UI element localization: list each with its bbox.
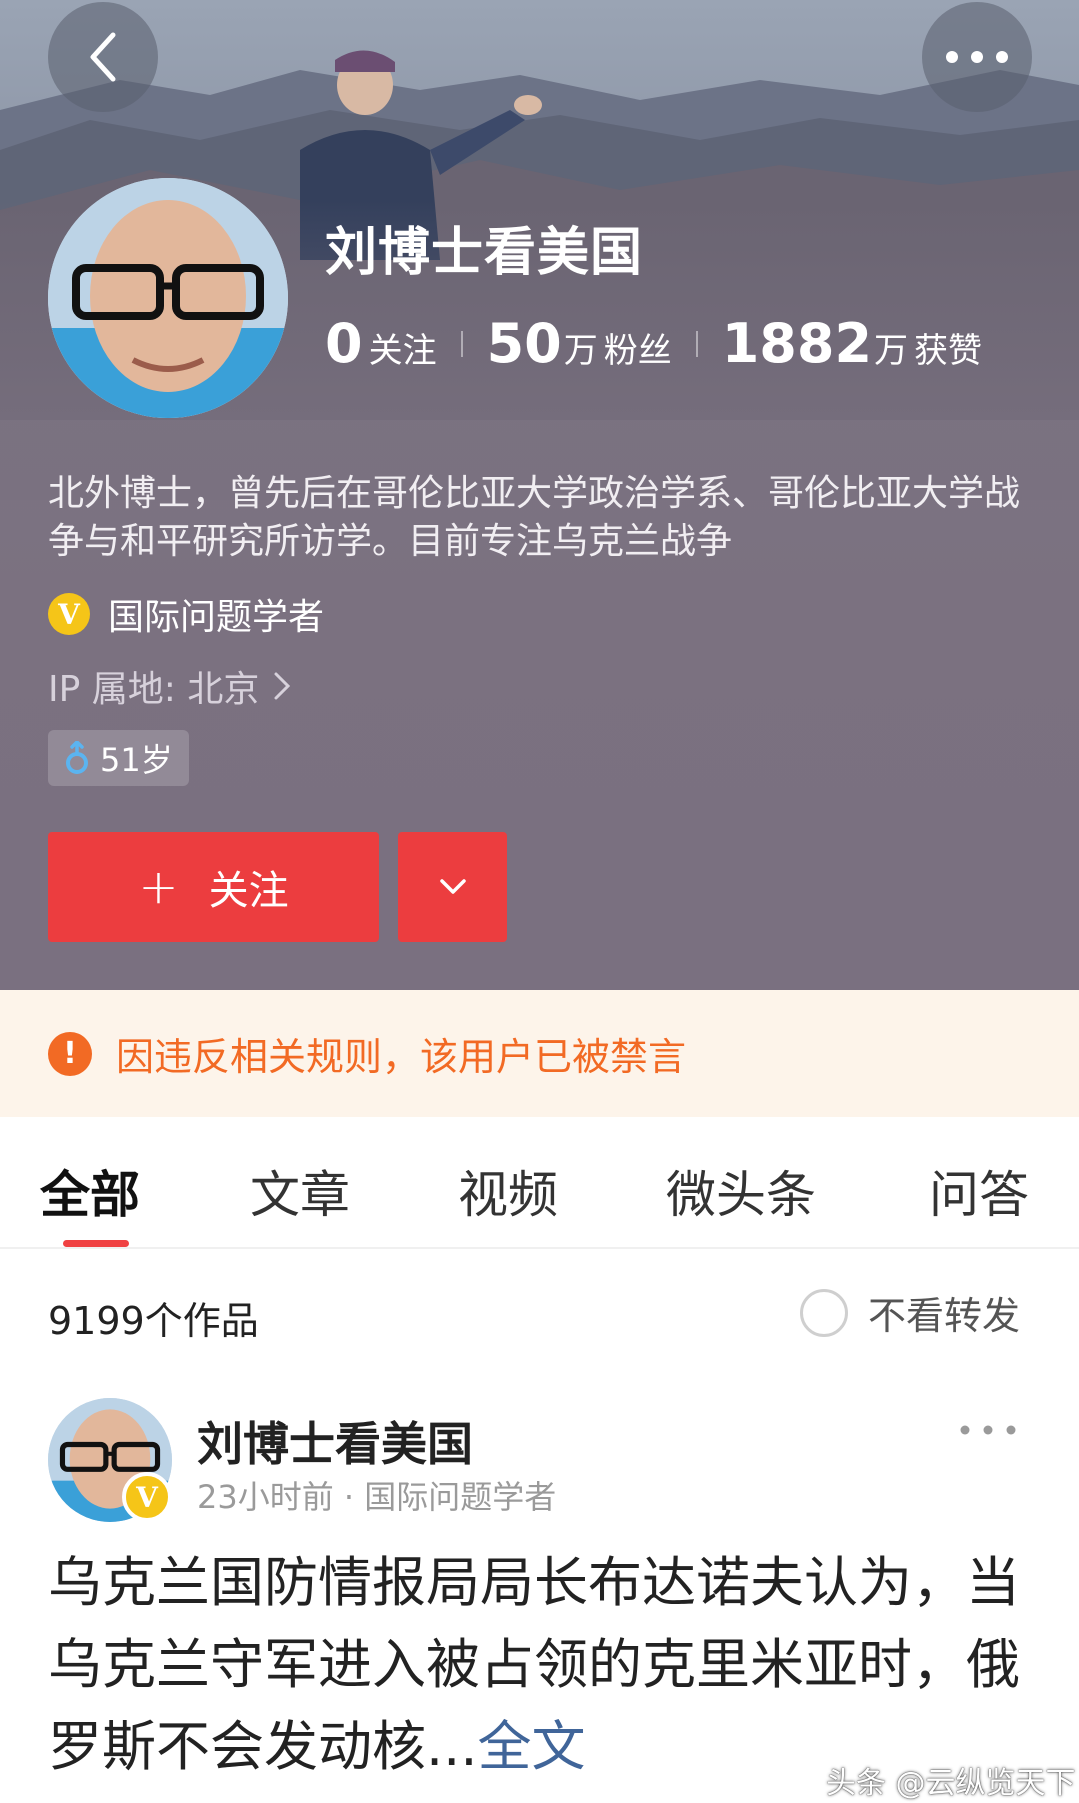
following-stat[interactable]: 0 关注 xyxy=(325,312,437,375)
more-dots-icon xyxy=(960,1425,1016,1435)
age-text: 51岁 xyxy=(100,741,173,779)
tab-all[interactable]: 全部 xyxy=(40,1155,140,1227)
stat-divider xyxy=(695,330,698,357)
chevron-right-icon xyxy=(274,672,291,700)
tab-micro-posts[interactable]: 微头条 xyxy=(666,1155,816,1227)
ban-warning-banner: ! 因违反相关规则，该用户已被禁言 xyxy=(0,990,1079,1117)
fans-stat[interactable]: 50万 粉丝 xyxy=(487,312,672,375)
post-body[interactable]: 乌克兰国防情报局局长布达诺夫认为，当乌克兰守军进入被占领的克里米亚时，俄罗斯不会… xyxy=(48,1542,1038,1788)
tab-videos[interactable]: 视频 xyxy=(458,1155,558,1227)
fans-label: 粉丝 xyxy=(603,331,672,371)
hide-reposts-toggle[interactable]: 不看转发 xyxy=(800,1285,1020,1340)
follow-button-label: 关注 xyxy=(208,868,289,914)
follow-button[interactable]: + 关注 xyxy=(48,832,379,942)
read-more-link[interactable]: 全文 xyxy=(478,1715,586,1778)
active-tab-indicator xyxy=(63,1240,129,1247)
more-dots-icon xyxy=(946,51,1008,63)
male-icon xyxy=(66,741,88,774)
verified-badge-icon: V xyxy=(122,1472,172,1522)
fans-count: 50 xyxy=(486,312,562,375)
ip-location-label: IP 属地: 北京 xyxy=(48,669,260,710)
radio-circle-icon xyxy=(800,1288,848,1337)
verified-badge-icon: V xyxy=(48,593,90,635)
content-tabs: 全部 文章 视频 微头条 问答 xyxy=(0,1117,1079,1249)
post-more-button[interactable] xyxy=(960,1420,1016,1439)
likes-count: 1882 xyxy=(721,312,873,375)
post-author-name[interactable]: 刘博士看美国 xyxy=(197,1408,473,1474)
post-meta: 23小时前 · 国际问题学者 xyxy=(197,1478,557,1516)
verification-row: V 国际问题学者 xyxy=(48,588,324,640)
stat-divider xyxy=(460,330,463,357)
plus-icon: + xyxy=(138,859,179,915)
profile-avatar[interactable] xyxy=(48,178,288,418)
chevron-left-icon xyxy=(90,32,116,82)
avatar-portrait-image xyxy=(48,178,288,418)
tab-articles[interactable]: 文章 xyxy=(250,1155,350,1227)
fans-unit: 万 xyxy=(563,331,598,371)
back-button[interactable] xyxy=(48,2,158,112)
ip-location-row[interactable]: IP 属地: 北京 xyxy=(48,660,291,712)
following-label: 关注 xyxy=(368,331,437,371)
likes-unit: 万 xyxy=(874,331,909,371)
warning-text: 因违反相关规则，该用户已被禁言 xyxy=(116,1035,687,1079)
age-tag: 51岁 xyxy=(48,730,189,786)
likes-label: 获赞 xyxy=(914,331,983,371)
tab-qa[interactable]: 问答 xyxy=(929,1155,1029,1227)
verification-text: 国际问题学者 xyxy=(108,597,325,638)
profile-stats: 0 关注 50万 粉丝 1882万 获赞 xyxy=(325,312,982,375)
watermark: 头条 @云纵览天下 xyxy=(826,1766,1076,1801)
chevron-down-icon xyxy=(439,879,466,894)
warning-icon: ! xyxy=(48,1031,92,1076)
likes-stat[interactable]: 1882万 获赞 xyxy=(722,312,982,375)
hide-reposts-label: 不看转发 xyxy=(868,1294,1021,1338)
following-count: 0 xyxy=(325,312,363,375)
recommend-dropdown-button[interactable] xyxy=(398,832,507,942)
more-options-button[interactable] xyxy=(922,2,1032,112)
profile-name: 刘博士看美国 xyxy=(325,223,644,283)
works-count: 9199个作品 xyxy=(48,1299,259,1343)
profile-bio: 北外博士，曾先后在哥伦比亚大学政治学系、哥伦比亚大学战争与和平研究所访学。目前专… xyxy=(48,473,1021,562)
